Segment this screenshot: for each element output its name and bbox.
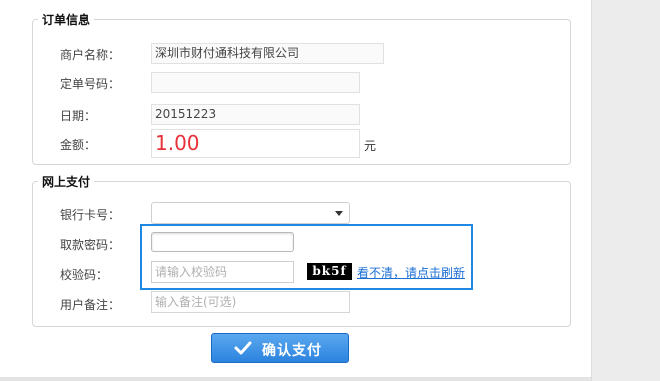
amount-field: 1.00 xyxy=(151,129,360,158)
order-number-label: 定单号码： xyxy=(60,77,121,91)
merchant-name-field: 深圳市财付通科技有限公司 xyxy=(151,43,384,64)
remark-input[interactable]: 输入备注(可选) xyxy=(151,291,350,313)
amount-unit: 元 xyxy=(364,139,377,153)
confirm-payment-button[interactable]: 确认支付 xyxy=(211,333,349,363)
amount-label: 金额： xyxy=(60,138,97,152)
amount-value: 1.00 xyxy=(155,131,200,155)
captcha-label: 校验码： xyxy=(60,268,109,282)
refresh-captcha-link[interactable]: 看不清，请点击刷新 xyxy=(357,264,465,281)
bottom-divider xyxy=(0,377,591,381)
date-label: 日期： xyxy=(60,109,97,123)
captcha-image[interactable]: bk5f xyxy=(307,263,352,280)
chevron-down-icon xyxy=(335,211,343,216)
side-panel xyxy=(591,0,660,381)
checkmark-icon xyxy=(234,341,252,355)
card-number-select[interactable] xyxy=(151,202,350,224)
order-info-legend: 订单信息 xyxy=(42,13,91,27)
order-number-field xyxy=(151,72,360,93)
password-label: 取款密码： xyxy=(60,238,121,252)
captcha-input[interactable]: 请输入校验码 xyxy=(151,261,294,283)
merchant-label: 商户名称： xyxy=(60,48,121,62)
password-input[interactable] xyxy=(151,232,294,252)
card-number-label: 银行卡号： xyxy=(60,208,121,222)
online-pay-legend: 网上支付 xyxy=(42,175,91,189)
confirm-payment-label: 确认支付 xyxy=(262,342,322,358)
remark-label: 用户备注： xyxy=(60,298,121,312)
date-field: 20151223 xyxy=(151,104,360,125)
